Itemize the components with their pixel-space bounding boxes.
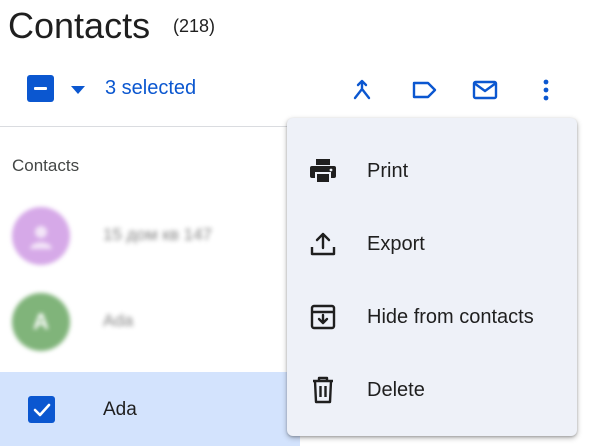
selected-count: 3 selected <box>105 77 197 99</box>
contact-count: (218) <box>173 16 216 36</box>
indeterminate-checkbox-icon <box>34 87 47 90</box>
check-icon <box>33 403 50 416</box>
menu-item-hide[interactable]: Hide from contacts <box>287 283 577 343</box>
label-icon <box>412 81 437 99</box>
menu-item-label: Print <box>367 160 409 182</box>
menu-item-export[interactable]: Export <box>287 210 577 270</box>
page-title: Contacts <box>8 5 151 46</box>
menu-item-label: Export <box>367 233 425 255</box>
avatar: A <box>12 293 70 351</box>
contact-row[interactable]: A Ada <box>0 287 300 359</box>
section-label: Contacts <box>12 156 80 175</box>
menu-item-print[interactable]: Print <box>287 137 577 197</box>
label-button[interactable] <box>408 74 440 106</box>
row-checkbox[interactable] <box>28 396 55 423</box>
more-options-button[interactable] <box>530 74 562 106</box>
email-button[interactable] <box>469 74 501 106</box>
select-all-checkbox[interactable] <box>27 75 54 102</box>
contact-row-selected[interactable]: Ada <box>0 372 300 446</box>
header-divider <box>0 126 290 127</box>
more-options-menu: Print Export Hide from contacts Delete <box>287 118 577 436</box>
export-icon <box>307 228 339 260</box>
contact-name: Ada <box>103 311 134 330</box>
archive-icon <box>307 301 339 333</box>
person-icon <box>30 226 52 249</box>
contact-name: Ada <box>103 399 137 420</box>
merge-button[interactable] <box>346 74 378 106</box>
trash-icon <box>307 374 339 406</box>
menu-item-delete[interactable]: Delete <box>287 356 577 416</box>
avatar <box>12 207 70 265</box>
menu-item-label: Delete <box>367 379 425 401</box>
print-icon <box>307 155 339 187</box>
avatar-letter: A <box>33 309 49 334</box>
contact-row[interactable]: 15 дом кв 147 <box>0 201 300 273</box>
caret-down-icon <box>71 86 85 94</box>
menu-item-label: Hide from contacts <box>367 306 534 328</box>
selection-dropdown-button[interactable] <box>66 78 90 102</box>
merge-icon <box>353 79 371 100</box>
email-icon <box>472 80 498 100</box>
more-vert-icon <box>543 79 549 101</box>
contact-name: 15 дом кв 147 <box>103 225 212 244</box>
